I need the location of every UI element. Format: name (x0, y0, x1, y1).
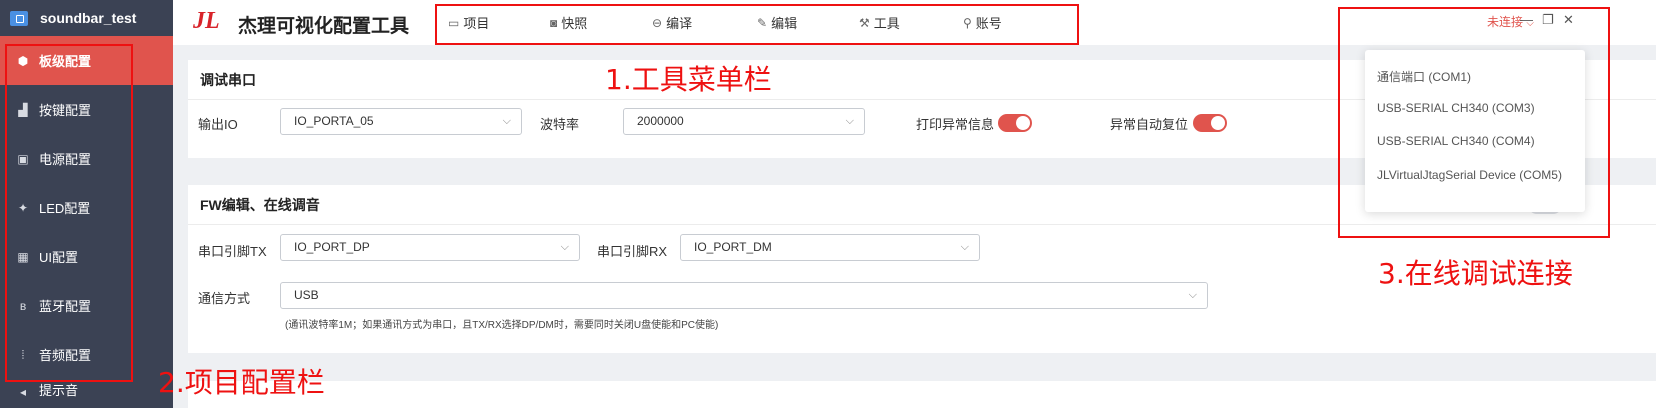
comm-mode-value: USB (294, 288, 319, 302)
project-folder-icon (10, 10, 28, 26)
tx-pin-select[interactable]: IO_PORT_DP ⌵ (280, 234, 580, 261)
chevron-down-icon: ⌵ (845, 115, 854, 127)
rx-pin-value: IO_PORT_DM (694, 240, 772, 254)
sidebar-item-prompt-tone[interactable]: ◂ 提示音 (0, 379, 173, 399)
output-io-label: 输出IO (198, 117, 238, 132)
baud-rate-value: 2000000 (637, 114, 684, 128)
comm-mode-select[interactable]: USB ⌵ (280, 282, 1208, 309)
project-header[interactable]: soundbar_test (0, 0, 173, 36)
auto-reset-label: 异常自动复位 (1110, 117, 1189, 132)
app-title: 杰理可视化配置工具 (238, 16, 410, 37)
tx-pin-value: IO_PORT_DP (294, 240, 370, 254)
jl-logo: JL (193, 8, 220, 34)
comm-note: (通讯波特率1M；如果通讯方式为串口，且TX/RX选择DP/DM时，需要同时关闭… (285, 320, 719, 331)
print-error-toggle[interactable] (998, 114, 1032, 132)
next-card (188, 381, 1656, 408)
baud-rate-label: 波特率 (540, 117, 580, 132)
rx-pin-label: 串口引脚RX (597, 244, 668, 259)
chevron-down-icon: ⌵ (1188, 289, 1197, 301)
chevron-down-icon: ⌵ (560, 241, 569, 253)
menu-bar-annotation: 1.工具菜单栏 (605, 63, 772, 96)
online-debug-annotation: 3.在线调试连接 (1378, 257, 1573, 290)
chevron-down-icon: ⌵ (960, 241, 969, 253)
auto-reset-toggle[interactable] (1193, 114, 1227, 132)
config-bar-annotation-box (5, 44, 133, 382)
baud-rate-select[interactable]: 2000000 ⌵ (623, 108, 865, 135)
output-io-select[interactable]: IO_PORTA_05 ⌵ (280, 108, 522, 135)
speaker-icon: ◂ (19, 385, 27, 399)
menu-bar-annotation-box (435, 4, 1079, 45)
chevron-down-icon: ⌵ (502, 115, 511, 127)
online-debug-annotation-box (1338, 7, 1610, 238)
comm-mode-label: 通信方式 (198, 291, 251, 306)
sidebar-item-label: 提示音 (39, 383, 79, 398)
tx-pin-label: 串口引脚TX (198, 244, 267, 259)
print-error-label: 打印异常信息 (916, 117, 995, 132)
config-bar-annotation: 2.项目配置栏 (158, 366, 325, 399)
project-name: soundbar_test (40, 10, 137, 26)
output-io-value: IO_PORTA_05 (294, 114, 374, 128)
rx-pin-select[interactable]: IO_PORT_DM ⌵ (680, 234, 980, 261)
